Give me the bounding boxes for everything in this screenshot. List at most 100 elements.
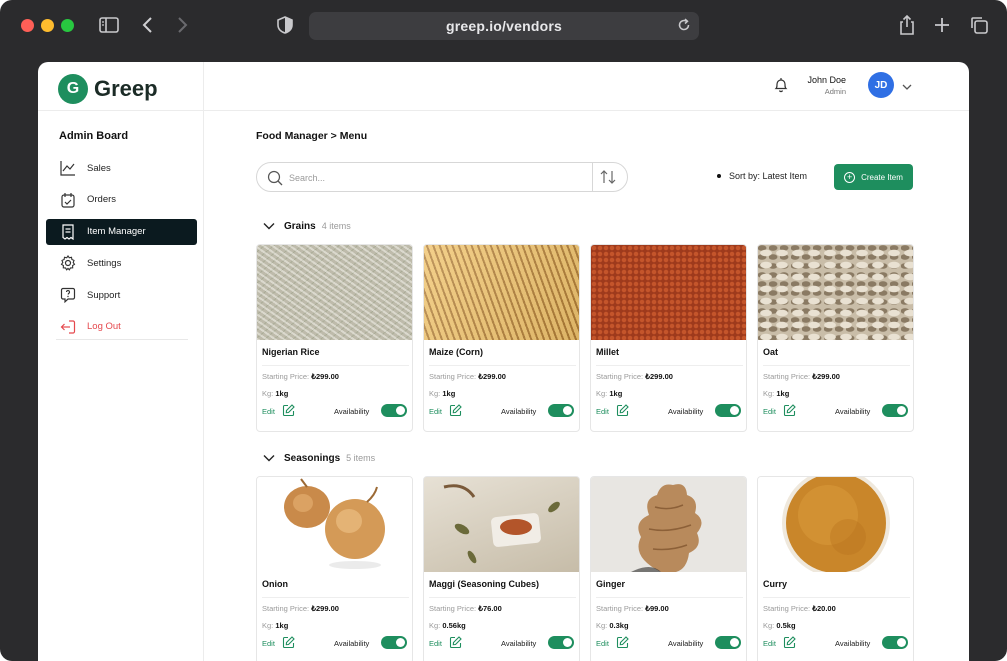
avatar[interactable]: JD bbox=[868, 72, 894, 98]
category-header-grains[interactable]: Grains 4 items bbox=[263, 217, 351, 235]
edit-pencil-icon bbox=[282, 636, 295, 651]
kg-row: Kg: 1kg bbox=[262, 389, 288, 398]
availability-toggle[interactable] bbox=[715, 404, 741, 417]
price-row: Starting Price: ₺76.00 bbox=[429, 604, 502, 613]
price-label: Starting Price: bbox=[763, 372, 811, 381]
sort-dropdown[interactable]: Sort by: Latest Item bbox=[717, 171, 807, 181]
tab-overview-icon[interactable] bbox=[969, 15, 989, 35]
kg-label: Kg: bbox=[429, 389, 441, 398]
minimize-window-button[interactable] bbox=[41, 19, 54, 32]
breadcrumb: Food Manager > Menu bbox=[256, 130, 368, 142]
kg-label: Kg: bbox=[429, 621, 441, 630]
item-price: ₺76.00 bbox=[478, 604, 502, 613]
card-divider bbox=[596, 597, 743, 598]
item-card[interactable]: Nigerian Rice Starting Price: ₺299.00 Kg… bbox=[256, 244, 413, 432]
shield-icon[interactable] bbox=[277, 16, 293, 34]
address-bar[interactable]: greep.io/vendors bbox=[309, 12, 699, 40]
kg-label: Kg: bbox=[596, 389, 608, 398]
availability-toggle[interactable] bbox=[548, 636, 574, 649]
chart-line-icon bbox=[60, 160, 76, 176]
brand-logo[interactable]: G Greep bbox=[58, 74, 158, 104]
edit-button[interactable]: Edit bbox=[429, 636, 462, 651]
card-divider bbox=[763, 365, 910, 366]
item-kg: 1kg bbox=[442, 389, 456, 398]
category-header-seasonings[interactable]: Seasonings 5 items bbox=[263, 449, 375, 467]
edit-button[interactable]: Edit bbox=[262, 404, 295, 419]
edit-button[interactable]: Edit bbox=[596, 404, 629, 419]
item-name: Millet bbox=[596, 347, 620, 357]
edit-button[interactable]: Edit bbox=[262, 636, 295, 651]
reload-icon[interactable] bbox=[677, 18, 691, 37]
availability-label: Availability bbox=[668, 639, 704, 648]
search-divider bbox=[592, 163, 593, 191]
item-photo-millet bbox=[591, 245, 746, 340]
sidebar: G Greep Admin Board Sales Orders Item Ma… bbox=[38, 62, 204, 661]
sidebar-nav: Sales Orders Item Manager Settings Suppo… bbox=[46, 155, 197, 346]
zoom-window-button[interactable] bbox=[61, 19, 74, 32]
sidebar-item-item-manager[interactable]: Item Manager bbox=[46, 218, 197, 245]
sidebar-toggle-icon[interactable] bbox=[99, 16, 119, 34]
back-arrow-icon[interactable] bbox=[142, 16, 154, 34]
item-card[interactable]: Maggi (Seasoning Cubes) Starting Price: … bbox=[423, 476, 580, 661]
sidebar-item-label: Log Out bbox=[87, 321, 121, 333]
availability-toggle[interactable] bbox=[715, 636, 741, 649]
item-card[interactable]: Oat Starting Price: ₺299.00 Kg: 1kg Edit… bbox=[757, 244, 914, 432]
item-name: Curry bbox=[763, 579, 788, 589]
sidebar-item-logout[interactable]: Log Out bbox=[46, 314, 197, 340]
availability-toggle[interactable] bbox=[381, 404, 407, 417]
notification-bell-icon[interactable] bbox=[774, 77, 788, 98]
create-item-label: Create Item bbox=[861, 172, 903, 182]
edit-button[interactable]: Edit bbox=[763, 636, 796, 651]
card-divider bbox=[596, 365, 743, 366]
availability-label: Availability bbox=[334, 639, 370, 648]
item-price: ₺20.00 bbox=[812, 604, 836, 613]
create-item-button[interactable]: + Create Item bbox=[834, 164, 913, 190]
sidebar-divider bbox=[56, 339, 188, 340]
item-photo-curry bbox=[758, 477, 913, 577]
edit-label: Edit bbox=[262, 639, 275, 648]
item-card[interactable]: Maize (Corn) Starting Price: ₺299.00 Kg:… bbox=[423, 244, 580, 432]
item-card[interactable]: Curry Starting Price: ₺20.00 Kg: 0.5kg E… bbox=[757, 476, 914, 661]
sort-arrows-icon[interactable] bbox=[599, 169, 617, 190]
item-kg: 0.56kg bbox=[442, 621, 466, 630]
close-window-button[interactable] bbox=[21, 19, 34, 32]
edit-label: Edit bbox=[763, 639, 776, 648]
availability-toggle[interactable] bbox=[548, 404, 574, 417]
search-input[interactable] bbox=[289, 169, 579, 187]
availability-label: Availability bbox=[835, 407, 871, 416]
edit-button[interactable]: Edit bbox=[429, 404, 462, 419]
sidebar-item-orders[interactable]: Orders bbox=[46, 187, 197, 213]
price-label: Starting Price: bbox=[429, 372, 477, 381]
price-row: Starting Price: ₺299.00 bbox=[262, 604, 339, 613]
item-kg: 0.3kg bbox=[609, 621, 629, 630]
share-icon[interactable] bbox=[898, 14, 916, 36]
item-price: ₺299.00 bbox=[311, 604, 339, 613]
item-photo-rice bbox=[257, 245, 412, 340]
item-photo-maggi bbox=[424, 477, 579, 572]
sidebar-item-sales[interactable]: Sales bbox=[46, 155, 197, 181]
sidebar-item-settings[interactable]: Settings bbox=[46, 250, 197, 276]
availability-label: Availability bbox=[835, 639, 871, 648]
new-tab-icon[interactable] bbox=[933, 16, 951, 34]
card-divider bbox=[429, 365, 576, 366]
edit-pencil-icon bbox=[616, 636, 629, 651]
edit-label: Edit bbox=[429, 639, 442, 648]
availability-toggle[interactable] bbox=[882, 636, 908, 649]
item-price: ₺299.00 bbox=[311, 372, 339, 381]
item-card[interactable]: Millet Starting Price: ₺299.00 Kg: 1kg E… bbox=[590, 244, 747, 432]
sidebar-item-support[interactable]: Support bbox=[46, 282, 197, 308]
edit-button[interactable]: Edit bbox=[763, 404, 796, 419]
price-row: Starting Price: ₺99.00 bbox=[596, 604, 669, 613]
kg-label: Kg: bbox=[262, 621, 274, 630]
chevron-down-icon[interactable] bbox=[902, 78, 912, 96]
calendar-icon bbox=[60, 192, 76, 208]
availability-toggle[interactable] bbox=[882, 404, 908, 417]
price-label: Starting Price: bbox=[262, 372, 310, 381]
edit-button[interactable]: Edit bbox=[596, 636, 629, 651]
edit-label: Edit bbox=[429, 407, 442, 416]
item-card[interactable]: Ginger Starting Price: ₺99.00 Kg: 0.3kg … bbox=[590, 476, 747, 661]
availability-toggle[interactable] bbox=[381, 636, 407, 649]
item-card[interactable]: Onion Starting Price: ₺299.00 Kg: 1kg Ed… bbox=[256, 476, 413, 661]
category-count: 4 items bbox=[321, 221, 351, 231]
forward-arrow-icon[interactable] bbox=[176, 16, 188, 34]
